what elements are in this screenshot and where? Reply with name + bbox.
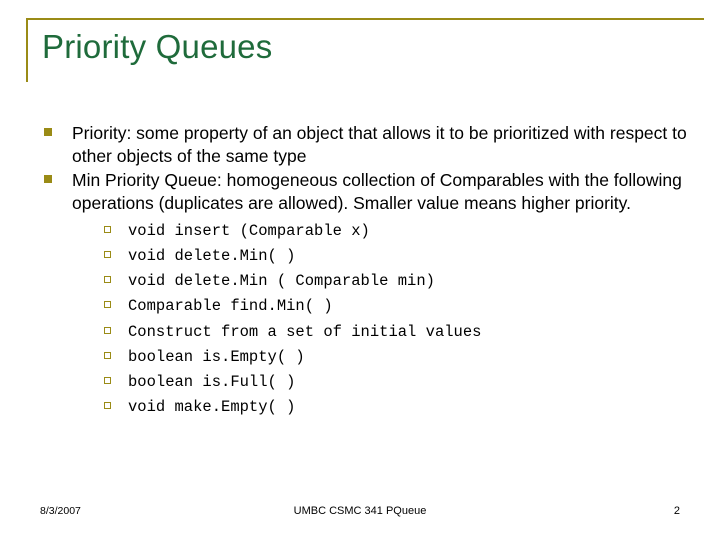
sub-bullet-text: boolean is.Full( ) (128, 372, 296, 391)
footer-page-number: 2 (673, 505, 680, 517)
sub-bullet-list: void insert (Comparable x) void delete.M… (72, 219, 688, 420)
square-bullet-icon (44, 174, 52, 183)
bullet-list: Priority: some property of an object tha… (40, 122, 688, 420)
hollow-square-bullet-icon (104, 401, 111, 409)
bullet-text: Min Priority Queue: homogeneous collecti… (72, 169, 682, 213)
list-item: void delete.Min ( Comparable min) (102, 269, 688, 294)
hollow-square-bullet-icon (104, 301, 111, 309)
sub-bullet-text: Construct from a set of initial values (128, 322, 482, 341)
hollow-square-bullet-icon (104, 251, 111, 259)
page-title: Priority Queues (42, 28, 273, 65)
sub-bullet-text: void delete.Min ( Comparable min) (128, 272, 435, 291)
list-item: void delete.Min( ) (102, 244, 688, 269)
list-item: Priority: some property of an object tha… (40, 122, 688, 169)
list-item: Min Priority Queue: homogeneous collecti… (40, 169, 688, 420)
hollow-square-bullet-icon (104, 226, 111, 234)
list-item: Construct from a set of initial values (102, 320, 688, 345)
hollow-square-bullet-icon (104, 376, 111, 384)
sub-bullet-text: void delete.Min( ) (128, 247, 296, 266)
sub-bullet-text: void insert (Comparable x) (128, 222, 370, 241)
list-item: boolean is.Empty( ) (102, 345, 688, 370)
sub-bullet-text: void make.Empty( ) (128, 397, 296, 416)
hollow-square-bullet-icon (104, 351, 111, 359)
frame-top-rule (26, 18, 704, 20)
list-item: void insert (Comparable x) (102, 219, 688, 244)
slide-footer: 8/3/2007 UMBC CSMC 341 PQueue 2 (0, 505, 720, 529)
list-item: boolean is.Full( ) (102, 370, 688, 395)
slide: Priority Queues Priority: some property … (0, 0, 720, 540)
footer-center-text: UMBC CSMC 341 PQueue (293, 505, 427, 517)
frame-left-rule (26, 18, 28, 82)
hollow-square-bullet-icon (104, 326, 111, 334)
square-bullet-icon (44, 128, 52, 136)
bullet-text: Priority: some property of an object tha… (72, 123, 687, 167)
list-item: void make.Empty( ) (102, 395, 688, 420)
sub-bullet-text: Comparable find.Min( ) (128, 297, 333, 316)
list-item: Comparable find.Min( ) (102, 294, 688, 319)
sub-bullet-text: boolean is.Empty( ) (128, 347, 305, 366)
slide-body: Priority: some property of an object tha… (40, 122, 688, 420)
hollow-square-bullet-icon (104, 276, 111, 284)
